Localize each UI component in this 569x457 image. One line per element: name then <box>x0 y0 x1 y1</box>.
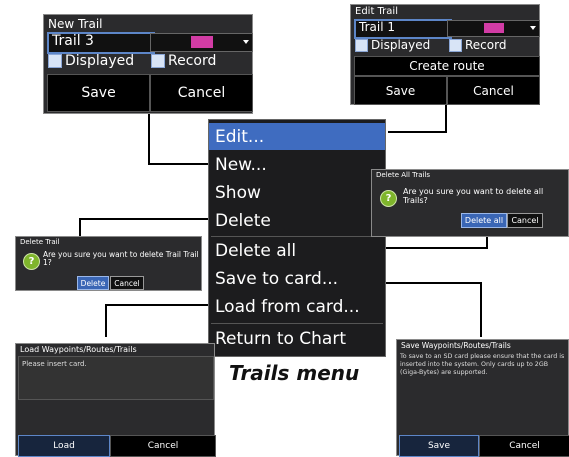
menu-item-load-from-card[interactable]: Load from card... <box>209 293 385 321</box>
record-checkbox[interactable]: Record <box>449 38 506 52</box>
dialog-message: Are you sure you want to delete all Trai… <box>403 187 544 205</box>
dialog-title: Load Waypoints/Routes/Trails <box>20 345 137 354</box>
displayed-checkbox[interactable]: Displayed <box>48 53 134 69</box>
connector-save <box>384 282 482 337</box>
cancel-button[interactable]: Cancel <box>479 435 569 457</box>
checkbox-checked-icon <box>151 54 165 68</box>
trail-color-dropdown[interactable] <box>447 20 540 37</box>
connector-load <box>105 304 208 337</box>
dialog-title: Delete All Trails <box>376 171 431 179</box>
menu-item-edit[interactable]: Edit... <box>209 123 385 150</box>
record-checkbox[interactable]: Record <box>151 53 216 69</box>
dialog-message: Please insert card. <box>22 360 87 368</box>
save-button[interactable]: Save <box>399 435 479 457</box>
displayed-label: Displayed <box>65 53 135 69</box>
menu-item-new[interactable]: New... <box>209 150 385 179</box>
trail-color-swatch <box>191 36 213 48</box>
dialog-title: Delete Trail <box>20 238 60 246</box>
trails-menu-caption: Trails menu <box>229 361 360 385</box>
trail-name-field[interactable]: Trail 3 <box>47 32 155 54</box>
load-button[interactable]: Load <box>18 435 110 457</box>
cancel-button[interactable]: Cancel <box>150 74 253 112</box>
record-label: Record <box>465 38 507 52</box>
menu-item-delete-all[interactable]: Delete all <box>209 237 385 265</box>
save-dialog: Save Waypoints/Routes/Trails To save to … <box>396 339 569 457</box>
save-button[interactable]: Save <box>354 76 447 105</box>
delete-all-button[interactable]: Delete all <box>461 213 507 228</box>
menu-item-delete[interactable]: Delete <box>209 207 385 235</box>
question-icon: ? <box>380 190 397 207</box>
menu-item-show[interactable]: Show <box>209 179 385 207</box>
save-button[interactable]: Save <box>47 74 150 112</box>
displayed-checkbox[interactable]: Displayed <box>355 38 430 52</box>
displayed-label: Displayed <box>371 38 431 52</box>
load-dialog: Load Waypoints/Routes/Trails Please inse… <box>15 343 216 457</box>
dialog-message: Are you sure you want to delete Trail Tr… <box>43 250 199 267</box>
dropdown-arrow-icon <box>243 40 249 44</box>
trail-color-dropdown[interactable] <box>150 33 253 52</box>
record-label: Record <box>168 53 217 69</box>
trails-menu: Edit... New... Show Delete Delete all Sa… <box>208 119 386 357</box>
trail-color-swatch <box>484 23 504 33</box>
edit-trail-dialog: Edit Trail Trail 1 Displayed Record Crea… <box>350 4 540 105</box>
trail-name-field[interactable]: Trail 1 <box>354 19 452 39</box>
connector-delete <box>79 218 208 236</box>
dialog-message: To save to an SD card please ensure that… <box>400 353 565 376</box>
message-area: Please insert card. <box>18 356 214 400</box>
dialog-title: New Trail <box>48 17 103 31</box>
create-route-button[interactable]: Create route <box>354 56 540 76</box>
delete-button[interactable]: Delete <box>77 276 109 290</box>
new-trail-dialog: New Trail Trail 3 Displayed Record Save … <box>43 14 253 114</box>
menu-item-return-to-chart[interactable]: Return to Chart <box>209 324 385 353</box>
dialog-title: Edit Trail <box>355 6 398 17</box>
cancel-button[interactable]: Cancel <box>110 276 144 290</box>
dropdown-arrow-icon <box>530 26 536 30</box>
checkbox-checked-icon <box>355 38 368 52</box>
checkbox-checked-icon <box>449 38 462 52</box>
question-icon: ? <box>23 253 40 270</box>
connector-edit <box>388 105 447 133</box>
delete-trail-dialog: Delete Trail ? Are you sure you want to … <box>15 236 202 291</box>
cancel-button[interactable]: Cancel <box>447 76 540 105</box>
cancel-button[interactable]: Cancel <box>507 213 543 228</box>
cancel-button[interactable]: Cancel <box>110 435 216 457</box>
menu-item-save-to-card[interactable]: Save to card... <box>209 265 385 293</box>
dialog-title: Save Waypoints/Routes/Trails <box>401 341 511 350</box>
checkbox-checked-icon <box>48 54 62 68</box>
delete-all-trails-dialog: Delete All Trails ? Are you sure you wan… <box>371 169 569 237</box>
connector-new <box>148 108 208 165</box>
